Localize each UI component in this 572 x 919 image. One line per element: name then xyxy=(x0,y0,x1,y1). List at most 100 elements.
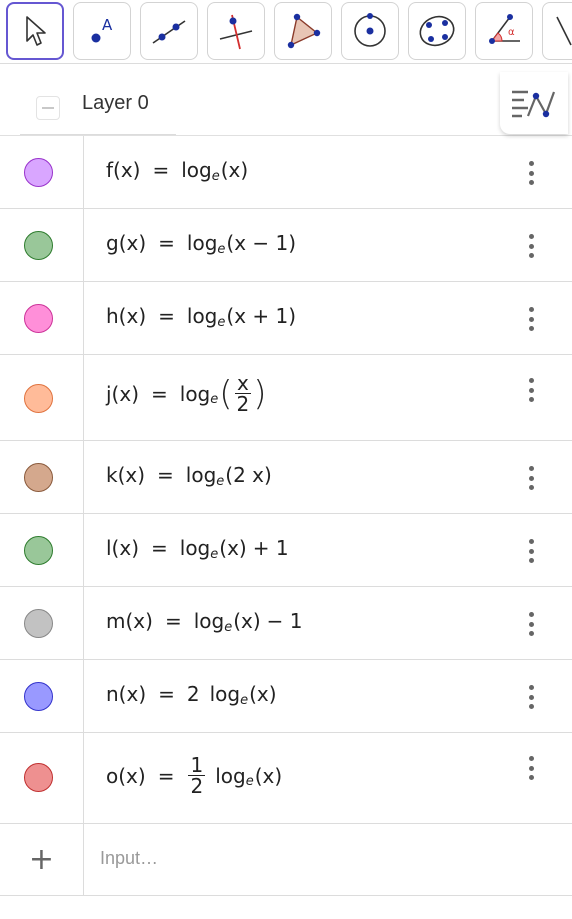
visibility-toggle-f[interactable] xyxy=(24,158,53,187)
visibility-toggle-j[interactable] xyxy=(24,384,53,413)
algebra-row-k[interactable]: k(x) = log e (2 x) xyxy=(0,441,572,514)
minus-icon xyxy=(42,107,54,109)
equals-sign: = xyxy=(151,536,168,560)
algebra-row-j[interactable]: j(x) = log e ( x 2 ) xyxy=(0,355,572,441)
formula-o[interactable]: o(x) = 1 2 log e (x) xyxy=(106,755,282,796)
fraction-numerator: 1 xyxy=(190,753,204,777)
visibility-toggle-l[interactable] xyxy=(24,536,53,565)
equals-sign: = xyxy=(152,158,170,182)
more-options-icon[interactable] xyxy=(518,609,544,639)
algebra-row-h[interactable]: h(x) = log e (x + 1) xyxy=(0,282,572,355)
log-argument: (x) xyxy=(219,536,247,560)
marble-cell xyxy=(0,660,84,732)
log-base: e xyxy=(240,692,249,708)
plus-icon[interactable]: + xyxy=(29,844,54,875)
log-base: e xyxy=(211,168,220,184)
coefficient: 2 xyxy=(186,682,200,706)
polygon-tool-button[interactable] xyxy=(274,2,332,60)
function-name: j(x) xyxy=(106,381,139,406)
circle-tool-button[interactable] xyxy=(341,2,399,60)
formula-g[interactable]: g(x) = log e (x − 1) xyxy=(106,231,296,257)
log-base: e xyxy=(210,392,219,407)
algebra-row-f[interactable]: f(x) = log e (x) xyxy=(0,136,572,209)
algebra-style-button[interactable] xyxy=(500,72,568,134)
fraction-numerator: x xyxy=(236,371,249,395)
formula-k[interactable]: k(x) = log e (2 x) xyxy=(106,463,272,489)
more-options-icon[interactable] xyxy=(518,682,544,712)
log-text: log xyxy=(193,609,225,633)
fraction: x 2 xyxy=(234,371,252,414)
reflect-line-icon xyxy=(556,16,572,46)
collapse-layer-button[interactable] xyxy=(36,96,60,120)
formula-f[interactable]: f(x) = log e (x) xyxy=(106,158,248,184)
marble-cell xyxy=(0,209,84,281)
polygon-icon xyxy=(287,13,321,49)
algebra-row-m[interactable]: m(x) = log e (x) − 1 xyxy=(0,587,572,660)
move-tool-button[interactable] xyxy=(6,2,64,60)
visibility-toggle-h[interactable] xyxy=(24,304,53,333)
formula-n[interactable]: n(x) = 2 log e (x) xyxy=(106,682,277,708)
log-argument: (x) xyxy=(233,609,261,633)
algebra-row-g[interactable]: g(x) = log e (x − 1) xyxy=(0,209,572,282)
function-name: l(x) xyxy=(106,536,139,560)
more-options-icon[interactable] xyxy=(518,304,544,334)
algebra-row-n[interactable]: n(x) = 2 log e (x) xyxy=(0,660,572,733)
log-argument: (x) xyxy=(249,682,277,706)
coefficient-fraction: 1 2 xyxy=(188,753,206,796)
log-argument: (2 x) xyxy=(225,463,272,487)
marble-cell xyxy=(0,282,84,354)
svg-text:α: α xyxy=(508,27,515,38)
function-name: k(x) xyxy=(106,463,146,487)
log-text: log xyxy=(179,381,211,406)
more-options-icon[interactable] xyxy=(518,231,544,261)
more-options-icon[interactable] xyxy=(518,463,544,493)
point-tool-button[interactable]: A xyxy=(73,2,131,60)
left-paren: ( xyxy=(219,373,233,414)
formula-m[interactable]: m(x) = log e (x) − 1 xyxy=(106,609,309,635)
formula-h[interactable]: h(x) = log e (x + 1) xyxy=(106,304,296,330)
log-text: log xyxy=(186,304,218,328)
log-base: e xyxy=(217,314,226,330)
visibility-toggle-m[interactable] xyxy=(24,609,53,638)
perpendicular-line-tool-button[interactable] xyxy=(207,2,265,60)
equals-sign: = xyxy=(157,463,174,487)
point-icon: A xyxy=(91,16,113,43)
input-row[interactable]: + Input… xyxy=(0,824,572,896)
equals-sign: = xyxy=(158,231,175,255)
more-options-icon[interactable] xyxy=(518,375,544,405)
algebra-row-l[interactable]: l(x) = log e (x) + 1 xyxy=(0,514,572,587)
marble-cell xyxy=(0,441,84,513)
line-tool-button[interactable] xyxy=(140,2,198,60)
algebra-input-field[interactable]: Input… xyxy=(100,848,158,869)
equals-sign: = xyxy=(158,304,175,328)
circle-center-icon xyxy=(354,13,386,47)
algebra-list: f(x) = log e (x) g(x) = log e (x − 1) h(x) =… xyxy=(0,136,572,824)
more-options-icon[interactable] xyxy=(518,536,544,566)
log-text: log xyxy=(179,536,211,560)
formula-l[interactable]: l(x) = log e (x) + 1 xyxy=(106,536,295,562)
log-argument: (x) xyxy=(254,763,283,788)
log-text: log xyxy=(186,231,218,255)
log-base: e xyxy=(216,473,225,489)
function-name: h(x) xyxy=(106,304,147,328)
more-options-icon[interactable] xyxy=(518,753,544,783)
offset-term: − 1 xyxy=(266,609,303,633)
algebra-graph-icon xyxy=(512,90,556,118)
visibility-toggle-k[interactable] xyxy=(24,463,53,492)
function-name: o(x) xyxy=(106,763,146,788)
angle-tool-button[interactable]: α xyxy=(475,2,533,60)
conic-tool-button[interactable] xyxy=(408,2,466,60)
function-name: m(x) xyxy=(106,609,153,633)
reflect-tool-button[interactable] xyxy=(542,2,572,60)
toolbar: A α xyxy=(0,0,572,64)
perpendicular-line-icon xyxy=(219,14,253,50)
visibility-toggle-g[interactable] xyxy=(24,231,53,260)
visibility-toggle-n[interactable] xyxy=(24,682,53,711)
function-name: n(x) xyxy=(106,682,147,706)
function-name: g(x) xyxy=(106,231,147,255)
algebra-row-o[interactable]: o(x) = 1 2 log e (x) xyxy=(0,733,572,824)
more-options-icon[interactable] xyxy=(518,158,544,188)
ellipse-points-icon xyxy=(419,15,455,47)
visibility-toggle-o[interactable] xyxy=(24,763,53,792)
formula-j[interactable]: j(x) = log e ( x 2 ) xyxy=(106,373,267,414)
